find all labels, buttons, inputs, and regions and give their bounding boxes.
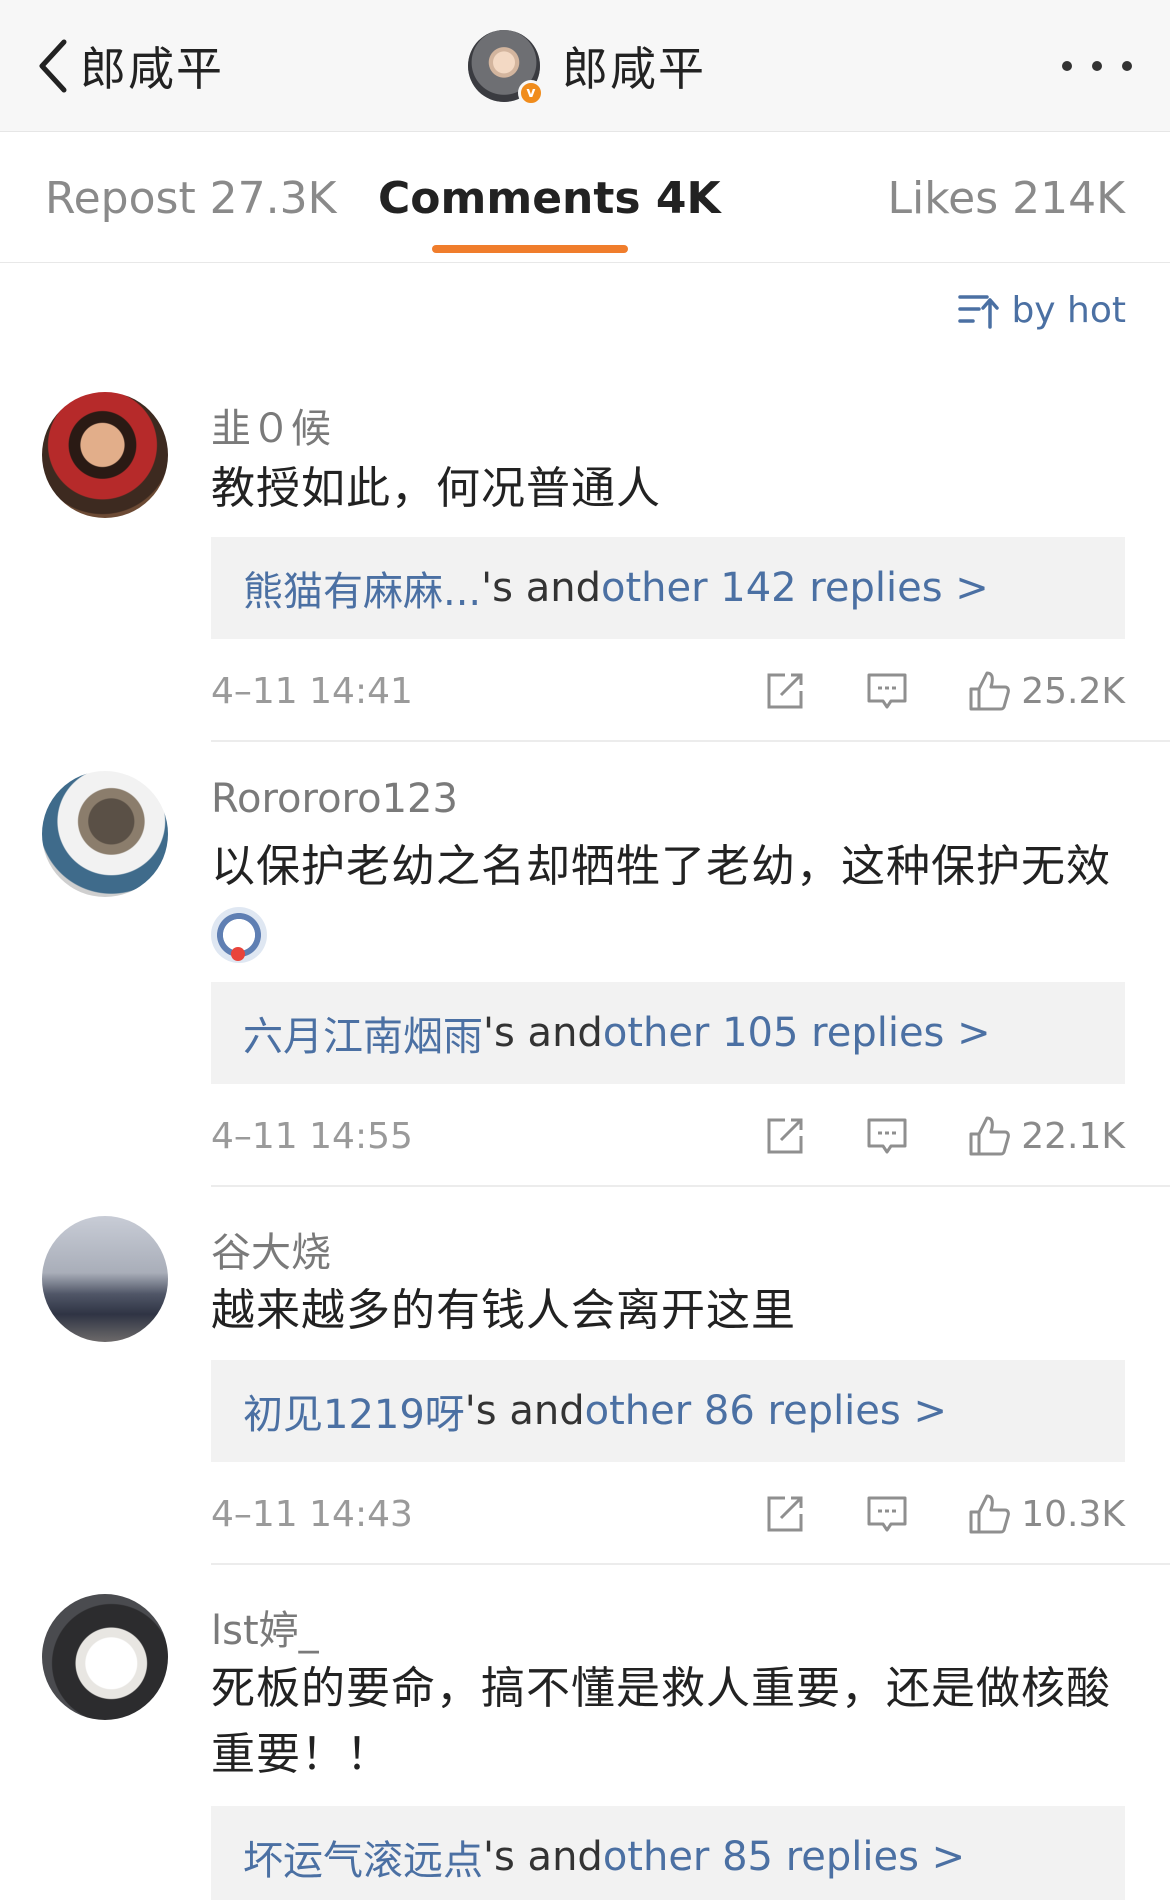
avatar[interactable] [42,1594,168,1720]
like-icon[interactable] [967,1492,1011,1536]
tab-comments[interactable]: Comments 4K [378,173,721,224]
comment-time: 4–11 14:41 [211,670,413,712]
author-avatar[interactable]: v [468,30,544,106]
reply-user-link[interactable]: 初见1219呀 [243,1382,465,1440]
divider [211,1563,1170,1565]
more-replies-link[interactable]: other 85 replies > [603,1834,965,1880]
share-icon[interactable] [763,1492,807,1536]
back-button[interactable]: 郎咸平 [34,28,224,104]
tab-repost[interactable]: Repost 27.3K [45,173,337,224]
verified-badge: v [518,80,544,106]
like-icon[interactable] [967,669,1011,713]
comment-text: 越来越多的有钱人会离开这里 [211,1285,796,1336]
doge-emoji [211,907,267,963]
more-replies-link[interactable]: other 142 replies > [601,565,989,611]
sort-button[interactable]: by hot [957,290,1126,331]
chevron-left-icon [39,39,67,93]
comment-username[interactable]: Rorororo123 [211,776,458,822]
reply-user-link[interactable]: 六月江南烟雨 [243,1004,483,1062]
replies-preview[interactable]: 六月江南烟雨's and other 105 replies > [211,982,1125,1084]
reply-user-link[interactable]: 坏运气滚远点 [243,1828,483,1886]
like-count: 22.1K [1021,1115,1125,1157]
like-icon[interactable] [967,1114,1011,1158]
comment-text: 教授如此，何况普通人 [211,463,661,514]
sort-label: by hot [1011,290,1126,331]
replies-preview[interactable]: 初见1219呀's and other 86 replies > [211,1360,1125,1462]
comment-text: 以保护老幼之名却牺牲了老幼，这种保护无效 [211,834,1131,966]
reply-user-link[interactable]: 熊猫有麻麻... [243,559,481,617]
comment-text: 死板的要命，搞不懂是救人重要，还是做核酸重要！！ [211,1663,1111,1780]
replies-preview[interactable]: 坏运气滚远点's and other 85 replies > [211,1806,1125,1900]
comment-meta: 4–11 14:43 10.3K [211,1489,1125,1539]
like-count: 10.3K [1021,1493,1125,1535]
sort-icon [958,294,1000,329]
share-icon[interactable] [763,669,807,713]
top-bar: 郎咸平 v 郎咸平 [0,0,1170,132]
active-tab-indicator [432,245,628,253]
comment-meta: 4–11 14:41 25.2K [211,666,1125,716]
more-replies-link[interactable]: other 105 replies > [603,1010,991,1056]
like-count: 25.2K [1021,670,1125,712]
tab-likes[interactable]: Likes 214K [888,173,1125,224]
comment-username[interactable]: lst婷_ [211,1598,319,1656]
comment-time: 4–11 14:55 [211,1115,413,1157]
more-dots-icon[interactable] [1062,50,1132,82]
page-title: 郎咸平 [562,42,706,96]
divider [211,740,1170,742]
comment-meta: 4–11 14:55 22.1K [211,1111,1125,1161]
more-replies-link[interactable]: other 86 replies > [585,1388,947,1434]
share-icon[interactable] [763,1114,807,1158]
comment-time: 4–11 14:43 [211,1493,413,1535]
comment-username[interactable]: 韭０候 [211,396,331,454]
back-label: 郎咸平 [80,42,224,96]
replies-preview[interactable]: 熊猫有麻麻...'s and other 142 replies > [211,537,1125,639]
profile-title[interactable]: v 郎咸平 [468,28,706,106]
divider [211,1185,1170,1187]
comment-icon[interactable] [865,669,909,713]
comment-username[interactable]: 谷大烧 [211,1220,331,1278]
avatar[interactable] [42,392,168,518]
comment-icon[interactable] [865,1114,909,1158]
comment-icon[interactable] [865,1492,909,1536]
tab-bar: Repost 27.3K Comments 4K Likes 214K [0,133,1170,263]
avatar[interactable] [42,1216,168,1342]
avatar[interactable] [42,771,168,897]
